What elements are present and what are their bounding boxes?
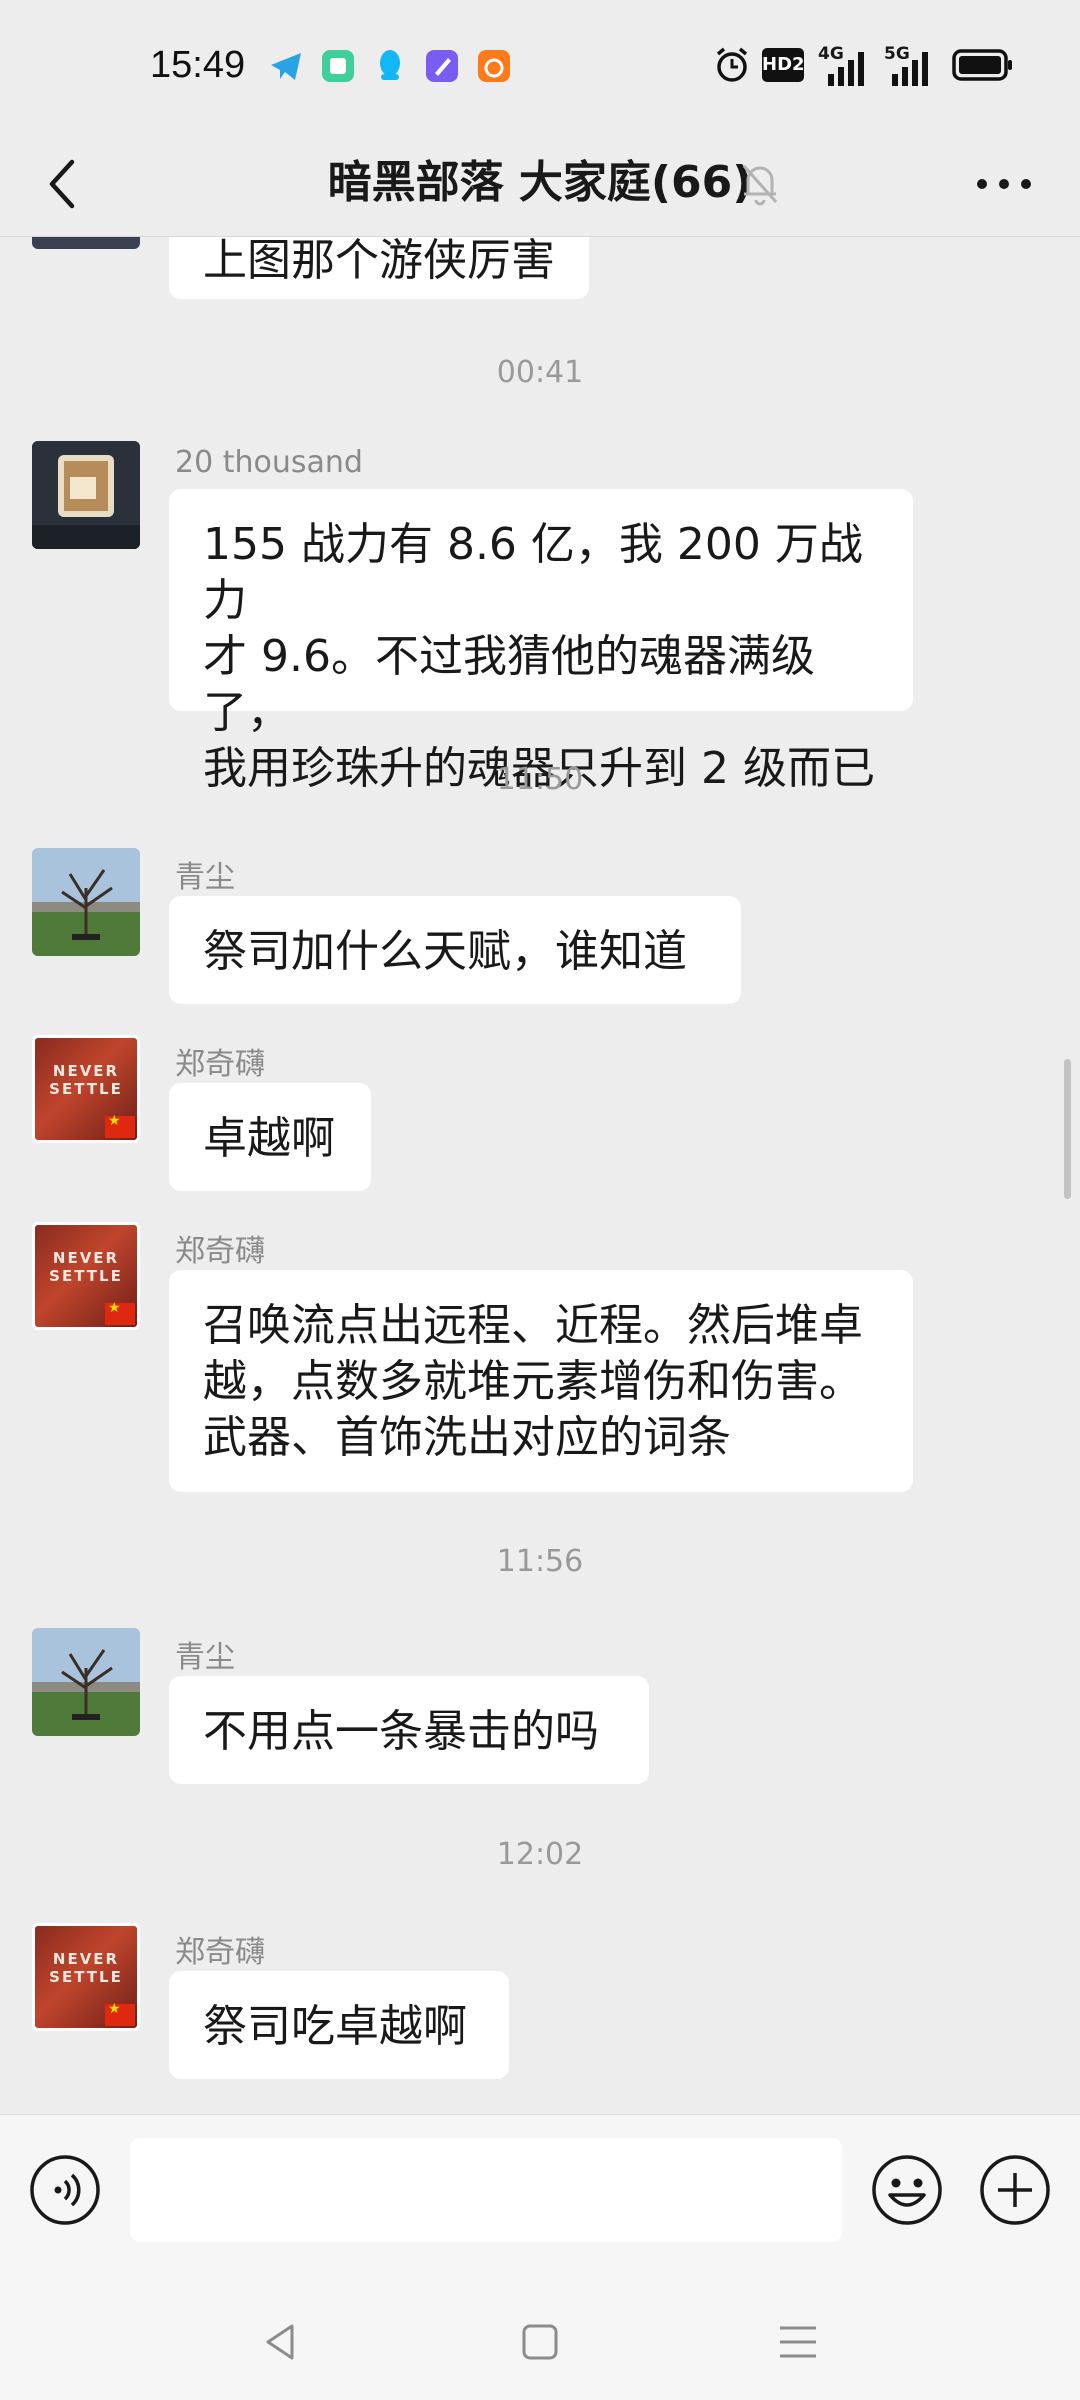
alarm-icon: [716, 47, 748, 82]
chat-title: 暗黑部落 大家庭(66): [327, 157, 753, 208]
sender-name: 郑奇礴: [175, 1047, 265, 1082]
scrollbar[interactable]: [1064, 1059, 1071, 1199]
china-flag-icon: [105, 1113, 135, 1138]
avatar-logo-line: SETTLE: [49, 1968, 123, 1986]
uc-browser-icon: [478, 50, 510, 82]
timestamp: 11:50: [496, 762, 584, 797]
china-flag-icon: [105, 1300, 135, 1325]
avatar-logo-text: NEVER SETTLE: [35, 1249, 137, 1285]
qq-icon: [380, 50, 400, 80]
battery-icon: [952, 49, 1012, 81]
avatar-image: [32, 848, 140, 956]
chat-messages-area[interactable]: 上图那个游侠厉害 00:41 20 thousand 155 战力有 8.6 亿…: [0, 237, 1080, 2114]
status-bar: 15:49 HD2 4G 5G: [0, 0, 1080, 130]
avatar-logo-line: SETTLE: [49, 1267, 123, 1285]
message-bubble[interactable]: 卓越啊: [169, 1083, 371, 1191]
voice-icon[interactable]: [28, 2153, 102, 2227]
avatar-logo-text: NEVER SETTLE: [35, 1950, 137, 1986]
avatar[interactable]: NEVER SETTLE: [32, 1035, 140, 1143]
app-purple-icon: [426, 50, 458, 82]
message-bubble[interactable]: 不用点一条暴击的吗: [169, 1676, 649, 1784]
avatar-logo-line: NEVER: [52, 1950, 120, 1968]
nav-home-icon[interactable]: [510, 2312, 570, 2372]
sender-name: 郑奇礴: [175, 1935, 265, 1970]
avatar[interactable]: NEVER SETTLE: [32, 1923, 140, 2031]
message-input[interactable]: [130, 2138, 842, 2242]
plus-icon[interactable]: [978, 2153, 1052, 2227]
message-bubble[interactable]: 155 战力有 8.6 亿，我 200 万战力 才 9.6。不过我猜他的魂器满级…: [169, 489, 913, 794]
avatar[interactable]: NEVER SETTLE: [32, 1222, 140, 1330]
hd-voice-badge: HD2: [762, 48, 805, 82]
avatar-image: [32, 441, 140, 549]
sender-name: 青尘: [175, 860, 235, 895]
signal-4g-icon: 4G: [818, 44, 868, 86]
sender-name: 郑奇礴: [175, 1234, 265, 1269]
signal-bars-icon: [892, 52, 928, 86]
bell-off-icon: [742, 165, 778, 206]
nav-menu-icon[interactable]: [768, 2312, 828, 2372]
telegram-icon: [271, 53, 301, 80]
message-bubble[interactable]: 召唤流点出远程、近程。然后堆卓 越，点数多就堆元素增伤和伤害。 武器、首饰洗出对…: [169, 1270, 913, 1492]
system-nav-bar: [0, 2284, 1080, 2400]
avatar-image: [32, 1628, 140, 1736]
message-bubble[interactable]: 祭司加什么天赋，谁知道: [169, 896, 741, 1004]
timestamp: 00:41: [496, 355, 584, 390]
nav-back-icon[interactable]: [252, 2312, 312, 2372]
sender-name: 20 thousand: [175, 445, 363, 480]
avatar-logo-line: SETTLE: [49, 1080, 123, 1098]
sender-name: 青尘: [175, 1640, 235, 1675]
avatar-logo-line: NEVER: [52, 1062, 120, 1080]
avatar[interactable]: [32, 848, 140, 956]
timestamp: 11:56: [496, 1544, 584, 1579]
signal-5g-icon: 5G: [878, 44, 934, 86]
avatar-logo-text: NEVER SETTLE: [35, 1062, 137, 1098]
status-time: 15:49: [150, 44, 246, 86]
input-bar: [0, 2114, 1080, 2285]
message-bubble[interactable]: 上图那个游侠厉害: [169, 237, 589, 299]
emoji-icon[interactable]: [870, 2153, 944, 2227]
app-green-icon: [322, 50, 354, 82]
message-bubble[interactable]: 祭司吃卓越啊: [169, 1971, 509, 2079]
more-dots-icon[interactable]: [968, 148, 1040, 220]
timestamp: 12:02: [496, 1837, 584, 1872]
chat-header: 暗黑部落 大家庭(66): [0, 130, 1080, 237]
china-flag-icon: [105, 2001, 135, 2026]
avatar[interactable]: [32, 237, 140, 249]
avatar[interactable]: [32, 1628, 140, 1736]
avatar-logo-line: NEVER: [52, 1249, 120, 1267]
chat-title-wrap: 暗黑部落 大家庭(66): [0, 150, 1080, 216]
avatar[interactable]: [32, 441, 140, 549]
signal-bars-icon: [828, 52, 864, 86]
